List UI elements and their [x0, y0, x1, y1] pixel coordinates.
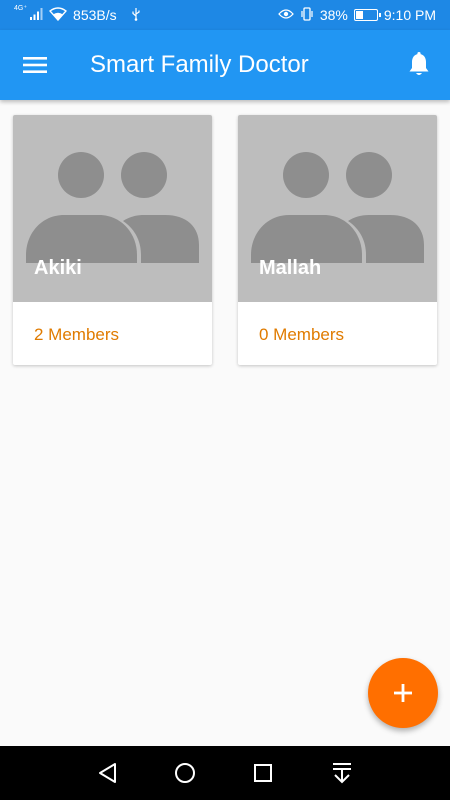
battery-percent: 38% — [319, 7, 348, 23]
recents-button[interactable] — [250, 760, 276, 786]
vibrate-icon — [300, 6, 314, 24]
back-triangle-icon — [99, 763, 116, 783]
hamburger-menu-icon — [23, 57, 47, 73]
status-bar: 4G⁺ 853B/s 38% 9:10 PM — [0, 0, 450, 30]
add-family-button[interactable] — [368, 658, 438, 728]
notifications-button[interactable] — [404, 50, 434, 80]
menu-button[interactable] — [18, 50, 52, 80]
app-bar: Smart Family Doctor — [0, 30, 450, 100]
eye-comfort-icon — [277, 7, 294, 23]
network-type-label: 4G⁺ — [14, 5, 28, 12]
wifi-icon — [49, 6, 68, 24]
plus-icon — [394, 684, 412, 702]
family-members-count: 0 Members — [259, 325, 345, 344]
bell-icon — [409, 52, 429, 75]
status-bar-left: 4G⁺ 853B/s — [14, 0, 141, 30]
pull-down-notifications-icon — [333, 763, 351, 784]
back-button[interactable] — [95, 760, 121, 786]
family-name: Akiki — [34, 257, 82, 279]
family-card-mallah[interactable]: Mallah 0 Members — [238, 115, 437, 365]
pull-down-notifications-button[interactable] — [329, 760, 355, 786]
navigation-bar — [0, 746, 450, 800]
network-speed: 853B/s — [73, 7, 117, 23]
usb-icon — [131, 7, 141, 24]
family-card-akiki[interactable]: Akiki 2 Members — [13, 115, 212, 365]
home-circle-icon — [175, 763, 195, 783]
battery-level — [355, 11, 364, 19]
clock: 9:10 PM — [383, 7, 436, 23]
family-name: Mallah — [259, 257, 322, 279]
family-card-image: Mallah — [238, 115, 437, 302]
family-members-count: 2 Members — [34, 325, 120, 344]
family-card-image: Akiki — [13, 115, 212, 302]
status-bar-right: 38% 9:10 PM — [277, 0, 436, 30]
recents-square-icon — [254, 764, 272, 782]
home-button[interactable] — [172, 760, 198, 786]
app-title: Smart Family Doctor — [90, 51, 309, 78]
battery-icon — [353, 9, 381, 21]
signal-icon — [29, 7, 43, 24]
